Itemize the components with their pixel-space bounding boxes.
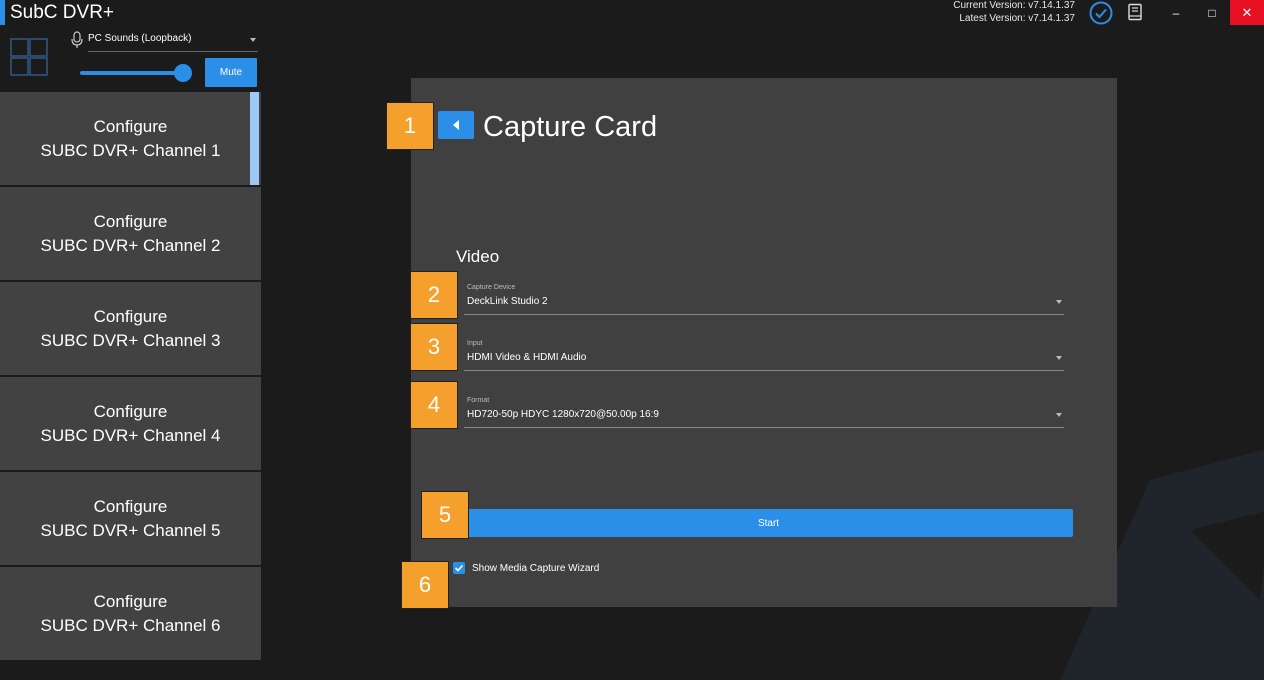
channel-name: SUBC DVR+ Channel 3 — [40, 330, 221, 350]
video-section-label: Video — [456, 247, 500, 266]
wizard-label: Show Media Capture Wizard — [472, 563, 600, 574]
input-select[interactable]: Input HDMI Video & HDMI Audio — [464, 328, 1064, 371]
channel-action: Configure — [93, 496, 168, 516]
channel-item-6[interactable]: Configure SUBC DVR+ Channel 6 — [0, 567, 261, 660]
marker-5: 5 — [421, 491, 469, 539]
channel-action: Configure — [93, 211, 168, 231]
mute-button[interactable]: Mute — [205, 58, 257, 87]
input-value: HDMI Video & HDMI Audio — [467, 352, 587, 363]
marker-1: 1 — [386, 102, 434, 150]
chevron-down-icon — [1056, 300, 1062, 304]
volume-slider[interactable] — [80, 64, 192, 82]
channel-name: SUBC DVR+ Channel 2 — [40, 235, 221, 255]
grid-view-icon[interactable] — [10, 38, 48, 76]
channel-name: SUBC DVR+ Channel 6 — [40, 615, 221, 635]
channel-name: SUBC DVR+ Channel 4 — [40, 425, 221, 445]
app-title: SubC DVR+ — [10, 2, 115, 23]
marker-3: 3 — [410, 323, 458, 371]
title-bar: SubC DVR+ Current Version: v7.14.1.37 La… — [0, 0, 1264, 25]
audio-source-value: PC Sounds (Loopback) — [88, 33, 192, 44]
title-accent — [0, 0, 5, 25]
audio-source-select[interactable]: PC Sounds (Loopback) — [88, 29, 258, 52]
start-button[interactable]: Start — [464, 509, 1073, 537]
chevron-down-icon — [1056, 413, 1062, 417]
back-button[interactable] — [438, 111, 474, 139]
channel-name: SUBC DVR+ Channel 1 — [40, 140, 221, 160]
volume-thumb[interactable] — [174, 64, 192, 82]
checkmark-icon — [454, 564, 464, 572]
channel-action: Configure — [93, 116, 168, 136]
latest-version: Latest Version: v7.14.1.37 — [959, 12, 1075, 24]
close-button[interactable]: ✕ — [1230, 0, 1264, 25]
version-info: Current Version: v7.14.1.37 Latest Versi… — [953, 0, 1075, 25]
up-to-date-check-icon[interactable] — [1088, 0, 1114, 26]
marker-4: 4 — [410, 381, 458, 429]
chevron-down-icon — [250, 38, 256, 42]
wizard-checkbox[interactable] — [453, 562, 465, 574]
capture-device-value: DeckLink Studio 2 — [467, 296, 548, 307]
channel-action: Configure — [93, 401, 168, 421]
current-version: Current Version: v7.14.1.37 — [953, 0, 1075, 11]
channel-list: Configure SUBC DVR+ Channel 1 Configure … — [0, 92, 262, 662]
marker-2: 2 — [410, 271, 458, 319]
sidebar: PC Sounds (Loopback) Mute Configure SUBC… — [0, 25, 262, 660]
maximize-button[interactable]: □ — [1194, 0, 1230, 25]
page-title: Capture Card — [483, 111, 658, 143]
channel-item-1[interactable]: Configure SUBC DVR+ Channel 1 — [0, 92, 261, 185]
channel-item-3[interactable]: Configure SUBC DVR+ Channel 3 — [0, 282, 261, 375]
manual-book-icon[interactable] — [1126, 3, 1144, 21]
capture-device-label: Capture Device — [467, 284, 516, 291]
marker-6: 6 — [401, 561, 449, 609]
channel-name: SUBC DVR+ Channel 5 — [40, 520, 221, 540]
format-select[interactable]: Format HD720-50p HDYC 1280x720@50.00p 16… — [464, 385, 1064, 428]
capture-device-select[interactable]: Capture Device DeckLink Studio 2 — [464, 272, 1064, 315]
format-label: Format — [467, 397, 490, 404]
minimize-button[interactable]: – — [1158, 0, 1194, 25]
input-label: Input — [467, 340, 483, 347]
format-value: HD720-50p HDYC 1280x720@50.00p 16:9 — [467, 409, 659, 420]
channel-item-5[interactable]: Configure SUBC DVR+ Channel 5 — [0, 472, 261, 565]
chevron-down-icon — [1056, 356, 1062, 360]
microphone-icon — [71, 31, 83, 48]
channel-item-2[interactable]: Configure SUBC DVR+ Channel 2 — [0, 187, 261, 280]
channel-action: Configure — [93, 306, 168, 326]
channel-action: Configure — [93, 591, 168, 611]
arrow-left-icon — [453, 120, 459, 130]
channel-item-4[interactable]: Configure SUBC DVR+ Channel 4 — [0, 377, 261, 470]
